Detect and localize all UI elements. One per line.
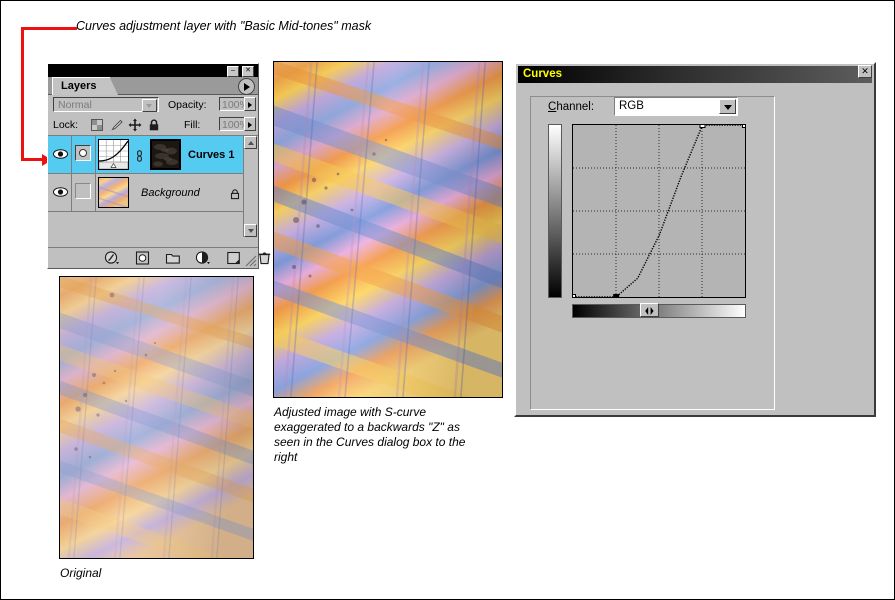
opacity-label: Opacity: [168, 99, 207, 111]
fill-slider-arrow-icon[interactable] [244, 117, 256, 131]
transparency-lock-icon[interactable] [90, 118, 104, 132]
locked-icon [230, 187, 240, 199]
curve-control-point[interactable] [743, 125, 746, 128]
tone-curve-line [573, 125, 745, 297]
layer-name-curves-1: Curves 1 [188, 149, 234, 161]
close-icon[interactable]: ✕ [858, 65, 872, 78]
original-image-caption: Original [60, 566, 101, 581]
layer-row-curves-1[interactable]: Curves 1 [48, 136, 246, 174]
channel-select[interactable]: RGB [614, 97, 738, 116]
lock-label: Lock: [53, 119, 78, 131]
lock-row: Lock: Fill: 100% [48, 115, 258, 136]
new-layer-icon[interactable] [226, 251, 242, 265]
background-photo-thumbnail[interactable] [98, 177, 129, 208]
add-layer-mask-icon[interactable] [135, 251, 151, 265]
move-lock-icon[interactable] [128, 118, 142, 132]
screenshot-root: Curves adjustment layer with "Basic Mid-… [0, 0, 895, 600]
visibility-cell[interactable] [50, 174, 72, 211]
vertical-tone-ramp [548, 124, 562, 298]
chevron-down-icon[interactable] [142, 99, 157, 112]
curve-gridlines [573, 125, 745, 297]
blend-mode-value: Normal [58, 99, 92, 111]
callout-text: Curves adjustment layer with "Basic Mid-… [76, 19, 371, 33]
curve-control-point[interactable] [614, 295, 619, 298]
chevron-down-icon[interactable] [719, 99, 736, 114]
palette-menu-icon[interactable] [238, 78, 255, 95]
layers-bottom-toolbar [48, 247, 258, 268]
blend-mode-select[interactable]: Normal [53, 97, 159, 112]
curve-control-point[interactable] [573, 295, 576, 298]
horizontal-tone-ramp [572, 304, 746, 318]
curve-control-point[interactable] [700, 125, 705, 128]
original-image [59, 276, 254, 559]
tab-layers[interactable]: Layers [52, 77, 110, 95]
layer-name-background: Background [141, 187, 200, 199]
layer-list-scrollbar[interactable] [243, 136, 257, 237]
layers-palette-titlebar[interactable]: – ✕ [48, 64, 258, 77]
layer-row-background[interactable]: Background [48, 174, 246, 212]
fill-label: Fill: [184, 119, 200, 131]
curve-graph-svg[interactable] [573, 125, 745, 297]
mask-active-cell[interactable] [72, 136, 96, 173]
visibility-cell[interactable] [50, 136, 72, 173]
minimize-button[interactable]: – [227, 66, 239, 77]
curve-graph[interactable] [572, 124, 746, 298]
link-cell[interactable] [72, 174, 96, 211]
opacity-slider-arrow-icon[interactable] [244, 97, 256, 111]
new-adjustment-layer-icon[interactable] [195, 251, 211, 265]
eye-icon[interactable] [53, 147, 68, 159]
layer-list: Curves 1 [48, 136, 258, 237]
curves-dialog-titlebar[interactable]: Curves [518, 66, 872, 83]
delete-layer-icon[interactable] [257, 251, 273, 265]
channel-label-rest: hannel: [556, 101, 594, 113]
callout-line-horizontal-top [21, 27, 77, 30]
all-lock-icon[interactable] [147, 118, 161, 132]
curves-dialog: Curves ✕ Channel: RGB [514, 62, 876, 417]
basic-midtones-mask-thumbnail[interactable] [150, 139, 181, 170]
layers-palette: – ✕ Layers Normal Opacity: 100% Lock: [47, 63, 259, 269]
adjusted-image [273, 61, 503, 398]
close-button[interactable]: ✕ [242, 66, 254, 77]
tone-ramp-toggle-icon[interactable] [640, 303, 659, 317]
blend-row: Normal Opacity: 100% [48, 95, 258, 114]
paint-lock-icon[interactable] [110, 118, 124, 132]
channel-value: RGB [619, 100, 644, 112]
curve-control-points [573, 125, 745, 297]
layer-style-icon[interactable] [104, 251, 120, 265]
new-group-icon[interactable] [165, 251, 181, 265]
callout-line-horizontal-bottom [21, 158, 43, 161]
adjusted-image-caption: Adjusted image with S-curve exaggerated … [274, 405, 479, 465]
scroll-up-icon[interactable] [244, 136, 257, 149]
callout-line-vertical [21, 27, 24, 161]
layers-tab-row: Layers [48, 77, 258, 95]
channel-label: Channel: [548, 101, 594, 113]
layer-mask-active-icon[interactable] [75, 145, 91, 161]
empty-link-box-icon[interactable] [75, 183, 91, 199]
palette-resize-grip[interactable] [244, 254, 257, 267]
curves-dialog-title: Curves [523, 68, 562, 80]
link-icon[interactable] [135, 149, 144, 161]
eye-icon[interactable] [53, 185, 68, 197]
curves-adjustment-thumbnail[interactable] [98, 139, 129, 170]
scroll-down-icon[interactable] [244, 224, 257, 237]
